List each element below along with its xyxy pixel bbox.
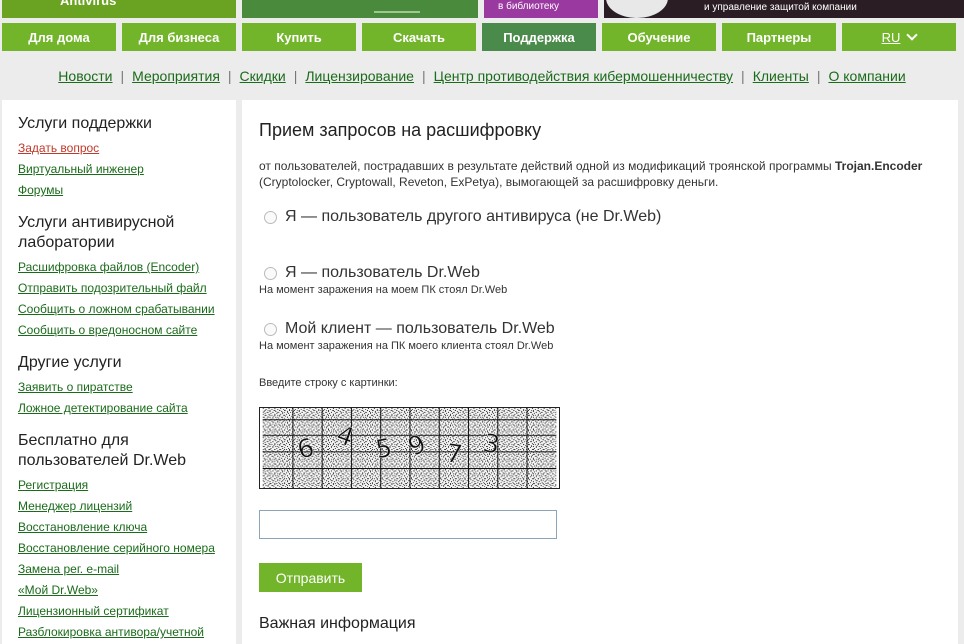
- intro-text: от пользователей, пострадавших в результ…: [259, 159, 923, 189]
- banner-company[interactable]: и управление защитой компании: [604, 0, 964, 18]
- nav-item-download[interactable]: Скачать: [362, 23, 476, 51]
- sidebar-list-other: Заявить о пиратстве Ложное детектировани…: [18, 377, 220, 419]
- radio-button[interactable]: [264, 266, 277, 280]
- sidebar-link-site-detection[interactable]: Ложное детектирование сайта: [18, 401, 188, 415]
- sidebar-link-ask-question[interactable]: Задать вопрос: [18, 141, 99, 155]
- sidebar-link-my-drweb[interactable]: «Мой Dr.Web»: [18, 583, 98, 597]
- sidebar-link-malicious-site[interactable]: Сообщить о вредоносном сайте: [18, 323, 197, 337]
- sidebar-link-unlock-antitheft[interactable]: Разблокировка антивора/учетной: [18, 625, 204, 639]
- page-title: Прием запросов на расшифровку: [259, 120, 542, 140]
- main-content: Прием запросов на расшифровку от пользов…: [242, 100, 958, 644]
- subnav-licensing[interactable]: Лицензирование: [305, 68, 414, 84]
- sub-nav: Новости | Мероприятия | Скидки | Лицензировани…: [58, 68, 906, 84]
- option-other-antivirus[interactable]: Я — пользователь другого антивируса (не …: [264, 208, 661, 226]
- subnav-anti-fraud[interactable]: Центр противодействия кибермошенничеству: [434, 68, 733, 84]
- sidebar-link-license-certificate[interactable]: Лицензионный сертификат: [18, 604, 169, 618]
- nav-item-partners[interactable]: Партнеры: [722, 23, 836, 51]
- important-info-heading: Важная информация: [259, 615, 416, 632]
- sidebar-heading-support: Услуги поддержки: [18, 115, 152, 132]
- captcha-input[interactable]: [259, 510, 557, 539]
- sidebar-heading-lab: Услуги антивирусной лаборатории: [18, 214, 175, 251]
- nav-item-buy[interactable]: Купить: [242, 23, 356, 51]
- sidebar: Услуги поддержки Задать вопрос Виртуальн…: [2, 100, 236, 644]
- option-label: Я — пользователь другого антивируса (не …: [285, 208, 662, 225]
- sidebar-link-send-suspicious[interactable]: Отправить подозрительный файл: [18, 281, 207, 295]
- sidebar-link-change-email[interactable]: Замена рег. e-mail: [18, 562, 119, 576]
- radio-button[interactable]: [264, 210, 277, 224]
- banner-promo-bar: [374, 11, 420, 13]
- banner-library-text: в библиотеку: [498, 1, 559, 12]
- radio-button[interactable]: [264, 322, 277, 336]
- sidebar-link-virtual-engineer[interactable]: Виртуальный инженер: [18, 162, 144, 176]
- captcha-label: Введите строку с картинки:: [259, 377, 398, 389]
- banner-promo[interactable]: [242, 0, 478, 18]
- sidebar-link-license-manager[interactable]: Менеджер лицензий: [18, 499, 132, 513]
- option-label: Мой клиент — пользователь Dr.Web: [285, 320, 555, 337]
- option-note: На момент заражения на ПК моего клиента …: [259, 340, 554, 352]
- sidebar-link-forums[interactable]: Форумы: [18, 183, 63, 197]
- sidebar-list-lab: Расшифровка файлов (Encoder) Отправить п…: [18, 257, 220, 341]
- sidebar-link-piracy[interactable]: Заявить о пиратстве: [18, 380, 133, 394]
- subnav-events[interactable]: Мероприятия: [132, 68, 220, 84]
- language-selector[interactable]: RU: [842, 23, 956, 51]
- submit-button[interactable]: Отправить: [259, 563, 362, 592]
- nav-item-support[interactable]: Поддержка: [482, 23, 596, 51]
- captcha-image: 6 4 5 9 7 3: [259, 407, 560, 489]
- top-banner: Antivirus в библиотеку и управление защи…: [0, 0, 964, 18]
- trojan-name: Trojan.Encoder: [834, 159, 923, 173]
- sidebar-link-serial-recovery[interactable]: Восстановление серийного номера: [18, 541, 215, 555]
- sidebar-list-support: Задать вопрос Виртуальный инженер Форумы: [18, 138, 220, 201]
- option-note: На момент заражения на моем ПК стоял Dr.…: [259, 284, 508, 296]
- sidebar-link-registration[interactable]: Регистрация: [18, 478, 88, 492]
- sidebar-heading-free: Бесплатно для пользователей Dr.Web: [18, 432, 186, 469]
- sidebar-heading-other: Другие услуги: [18, 354, 122, 371]
- chevron-down-icon: [906, 29, 919, 41]
- banner-library[interactable]: в библиотеку: [484, 0, 598, 18]
- banner-company-text: и управление защитой компании: [704, 2, 857, 13]
- option-drweb-user[interactable]: Я — пользователь Dr.Web: [264, 264, 480, 282]
- language-code: RU: [881, 29, 901, 45]
- banner-image: [606, 0, 668, 18]
- nav-item-training[interactable]: Обучение: [602, 23, 716, 51]
- option-label: Я — пользователь Dr.Web: [285, 264, 480, 281]
- banner-antivirus-text: Antivirus: [60, 0, 117, 8]
- nav-item-home[interactable]: Для дома: [2, 23, 116, 51]
- banner-antivirus[interactable]: Antivirus: [2, 0, 236, 18]
- sidebar-list-free: Регистрация Менеджер лицензий Восстановл…: [18, 475, 220, 643]
- sidebar-link-decrypt-files[interactable]: Расшифровка файлов (Encoder): [18, 260, 199, 274]
- subnav-discounts[interactable]: Скидки: [240, 68, 286, 84]
- subnav-clients[interactable]: Клиенты: [753, 68, 809, 84]
- sidebar-link-key-recovery[interactable]: Восстановление ключа: [18, 520, 147, 534]
- nav-item-business[interactable]: Для бизнеса: [122, 23, 236, 51]
- main-nav: Для дома Для бизнеса Купить Скачать Подд…: [0, 23, 964, 51]
- subnav-news[interactable]: Новости: [58, 68, 112, 84]
- subnav-about[interactable]: О компании: [828, 68, 905, 84]
- option-client-drweb[interactable]: Мой клиент — пользователь Dr.Web: [264, 320, 555, 338]
- sidebar-link-false-positive[interactable]: Сообщить о ложном срабатывании: [18, 302, 215, 316]
